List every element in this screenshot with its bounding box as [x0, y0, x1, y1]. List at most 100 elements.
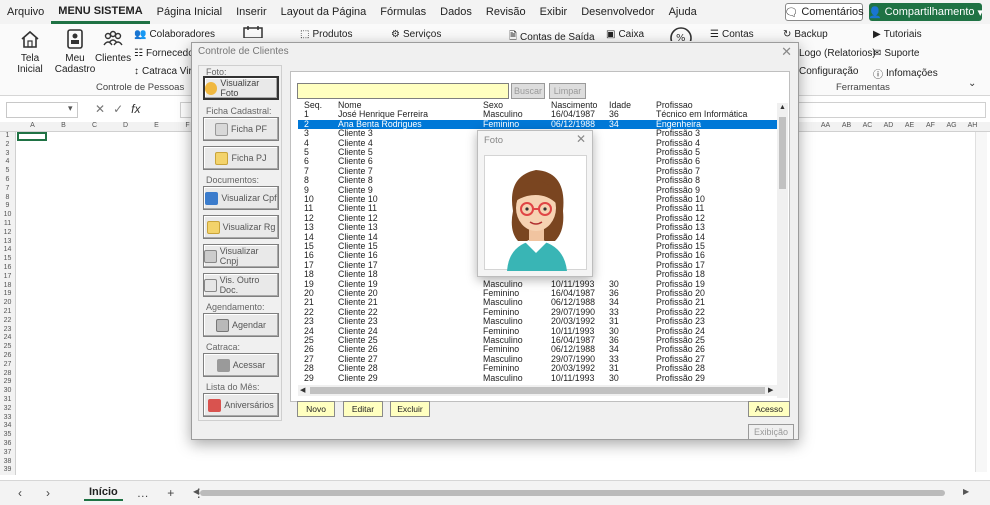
- row-header[interactable]: 38: [0, 457, 16, 467]
- row-header[interactable]: 32: [0, 404, 16, 414]
- row-header[interactable]: 19: [0, 290, 16, 300]
- close-icon[interactable]: ✕: [781, 44, 792, 60]
- row-header[interactable]: 10: [0, 211, 16, 220]
- visualizar-rg-button[interactable]: Visualizar Rg: [203, 215, 279, 239]
- tab-revisao[interactable]: Revisão: [479, 0, 533, 24]
- acesso-button[interactable]: Acesso: [748, 401, 790, 417]
- limpar-button[interactable]: Limpar: [549, 83, 586, 99]
- row-header[interactable]: 6: [0, 176, 16, 185]
- row-header[interactable]: 2: [0, 140, 16, 150]
- row-header[interactable]: 20: [0, 299, 16, 308]
- row-header[interactable]: 14: [0, 246, 16, 256]
- excluir-button[interactable]: Excluir: [390, 401, 430, 417]
- row-header[interactable]: 4: [0, 158, 16, 168]
- row-header[interactable]: 13: [0, 237, 16, 247]
- column-header[interactable]: B: [48, 122, 79, 132]
- tab-pagina-inicial[interactable]: Página Inicial: [150, 0, 229, 24]
- logo-button[interactable]: Logo (Relatorios): [799, 48, 876, 59]
- row-header[interactable]: 31: [0, 396, 16, 405]
- row-header[interactable]: 24: [0, 334, 16, 344]
- row-header[interactable]: 35: [0, 431, 16, 440]
- contas-button[interactable]: ☰ Contas: [710, 29, 754, 40]
- chevron-down-icon[interactable]: ▾: [68, 103, 73, 114]
- visualizar-foto-button[interactable]: Visualizar Foto: [203, 76, 279, 100]
- produtos-button[interactable]: ⬚ Produtos: [300, 29, 352, 40]
- acessar-button[interactable]: Acessar: [203, 353, 279, 377]
- vertical-scrollbar[interactable]: [975, 132, 987, 472]
- table-row[interactable]: 29 Cliente 29 Masculino 10/11/1993 30 Profiss…: [298, 373, 780, 383]
- row-header[interactable]: 21: [0, 308, 16, 317]
- row-header[interactable]: 15: [0, 255, 16, 264]
- search-input[interactable]: [297, 83, 509, 99]
- tab-layout[interactable]: Layout da Página: [274, 0, 374, 24]
- tab-exibir[interactable]: Exibir: [533, 0, 575, 24]
- row-header[interactable]: 29: [0, 378, 16, 388]
- table-vertical-scrollbar[interactable]: ▲: [777, 103, 788, 398]
- tab-desenvolvedor[interactable]: Desenvolvedor: [574, 0, 661, 24]
- visualizar-cnpj-button[interactable]: Visualizar Cnpj: [203, 244, 279, 268]
- column-header[interactable]: AH: [962, 122, 983, 132]
- row-header[interactable]: 34: [0, 422, 16, 432]
- caixa-button[interactable]: ▣ Caixa: [606, 29, 644, 40]
- clientes-button[interactable]: Clientes: [95, 28, 131, 64]
- tutoriais-button[interactable]: ▶ Tutoriais: [873, 29, 922, 40]
- tab-dados[interactable]: Dados: [433, 0, 479, 24]
- row-header[interactable]: 23: [0, 325, 16, 335]
- column-header[interactable]: AE: [899, 122, 920, 132]
- row-header[interactable]: 22: [0, 316, 16, 326]
- vis-outro-doc-button[interactable]: Vis. Outro Doc.: [203, 273, 279, 297]
- column-header[interactable]: AG: [941, 122, 962, 132]
- row-header[interactable]: 5: [0, 167, 16, 176]
- scroll-thumb[interactable]: [310, 387, 765, 394]
- backup-button[interactable]: ↻ Backup: [783, 29, 828, 40]
- function-icon[interactable]: fx: [131, 102, 140, 116]
- editar-button[interactable]: Editar: [343, 401, 383, 417]
- comments-button[interactable]: 🗨 Comentários: [784, 3, 864, 21]
- aniversarios-button[interactable]: Aniversários: [203, 393, 279, 417]
- scroll-thumb[interactable]: [779, 117, 786, 189]
- row-header[interactable]: 17: [0, 272, 16, 282]
- row-header[interactable]: 36: [0, 440, 16, 449]
- catraca-button[interactable]: ↕ Catraca Vir: [134, 66, 192, 77]
- row-header[interactable]: 27: [0, 360, 16, 370]
- row-header[interactable]: 8: [0, 193, 16, 203]
- informacoes-button[interactable]: ⓘ Infomações: [873, 66, 938, 81]
- column-header[interactable]: E: [141, 122, 172, 132]
- ficha-pf-button[interactable]: Ficha PF: [203, 117, 279, 141]
- row-header[interactable]: 12: [0, 228, 16, 238]
- calendar-icon[interactable]: [242, 26, 264, 39]
- row-header[interactable]: 18: [0, 281, 16, 291]
- meu-cadastro-button[interactable]: Meu Cadastro: [55, 28, 95, 75]
- row-header[interactable]: 28: [0, 369, 16, 379]
- row-header[interactable]: 33: [0, 413, 16, 423]
- scroll-left-icon[interactable]: ◀: [300, 386, 305, 394]
- column-header[interactable]: AD: [878, 122, 899, 132]
- scroll-right-icon[interactable]: ▶: [963, 487, 969, 496]
- row-header[interactable]: 26: [0, 352, 16, 361]
- cancel-icon[interactable]: ✕: [95, 102, 105, 116]
- column-header[interactable]: C: [79, 122, 110, 132]
- scroll-up-icon[interactable]: ▲: [779, 104, 786, 111]
- visualizar-cpf-button[interactable]: Visualizar Cpf: [203, 186, 279, 210]
- fornecedores-button[interactable]: ☷ Fornecedo: [134, 48, 194, 59]
- column-header[interactable]: D: [110, 122, 141, 132]
- table-horizontal-scrollbar[interactable]: ◀ ▶: [298, 385, 777, 396]
- percent-icon[interactable]: %: [670, 27, 692, 49]
- tab-ajuda[interactable]: Ajuda: [662, 0, 704, 24]
- tela-inicial-button[interactable]: Tela Inicial: [14, 28, 46, 75]
- column-header[interactable]: AF: [920, 122, 941, 132]
- row-header[interactable]: 25: [0, 343, 16, 352]
- buscar-button[interactable]: Buscar: [511, 83, 545, 99]
- share-button[interactable]: 👤 Compartilhamento ▾: [868, 3, 983, 21]
- tab-arquivo[interactable]: Arquivo: [0, 0, 51, 24]
- exibicao-button[interactable]: Exibição: [748, 424, 794, 440]
- scroll-right-icon[interactable]: ▶: [768, 386, 773, 394]
- ficha-pj-button[interactable]: Ficha PJ: [203, 146, 279, 170]
- novo-button[interactable]: Novo: [297, 401, 335, 417]
- tab-inserir[interactable]: Inserir: [229, 0, 274, 24]
- next-sheet-icon[interactable]: ›: [34, 486, 62, 500]
- column-header[interactable]: AA: [815, 122, 836, 132]
- row-header[interactable]: 30: [0, 387, 16, 396]
- close-icon[interactable]: ✕: [576, 132, 586, 146]
- suporte-button[interactable]: ✉ Suporte: [873, 48, 919, 59]
